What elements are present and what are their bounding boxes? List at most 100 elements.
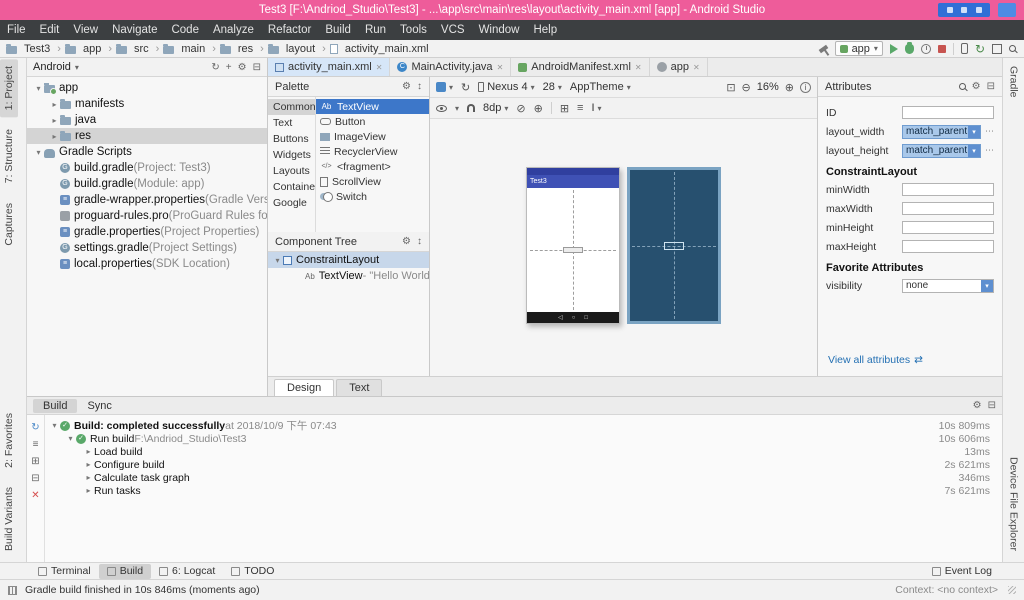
blueprint-preview-phone[interactable]: [627, 167, 721, 324]
palette-category[interactable]: Buttons: [268, 131, 315, 147]
hide-panel-icon[interactable]: ⊟: [253, 62, 261, 73]
palette-category[interactable]: Containe: [268, 179, 315, 195]
project-tree-item[interactable]: ▸ manifests: [27, 96, 267, 112]
menu-item[interactable]: File: [0, 20, 33, 40]
project-tree-item[interactable]: build.gradle (Project: Test3): [27, 160, 267, 176]
toolwindow-switcher-icon[interactable]: [8, 585, 17, 595]
more-options-icon[interactable]: ⋯: [985, 126, 994, 137]
expand-all-icon[interactable]: ⊞: [31, 457, 39, 467]
search-icon[interactable]: [958, 83, 966, 90]
search-everywhere-icon[interactable]: [1009, 45, 1016, 52]
palette-item[interactable]: TextView: [316, 99, 429, 114]
editor-tab[interactable]: activity_main.xml ✕: [268, 58, 391, 76]
project-tree-item[interactable]: proguard-rules.pro (ProGuard Rules for a…: [27, 208, 267, 224]
toolwindow-tab[interactable]: 7: Structure: [0, 122, 18, 190]
menu-item[interactable]: Navigate: [105, 20, 164, 40]
palette-item[interactable]: <fragment>: [316, 159, 429, 174]
expand-chevron-icon[interactable]: ▾: [33, 148, 44, 157]
expand-chevron-icon[interactable]: ▸: [49, 116, 60, 125]
expand-chevron-icon[interactable]: ▸: [49, 132, 60, 141]
zoom-fit-icon[interactable]: ⊡: [726, 81, 735, 94]
project-tree-item[interactable]: ▾ app: [27, 80, 267, 96]
preview-body[interactable]: [527, 188, 619, 312]
visibility-combo[interactable]: none ▾: [902, 278, 994, 293]
zoom-in-icon[interactable]: ⊕: [785, 81, 794, 94]
debug-button[interactable]: [904, 41, 914, 54]
editor-tab[interactable]: AndroidManifest.xml ✕: [511, 58, 650, 76]
hide-panel-icon[interactable]: ⊟: [988, 400, 996, 411]
default-margin-selector[interactable]: 8dp ▾: [483, 102, 508, 114]
palette-item[interactable]: ImageView: [316, 129, 429, 144]
menu-item[interactable]: Code: [164, 20, 206, 40]
text-mode-tab[interactable]: Text: [336, 379, 383, 396]
build-output-row[interactable]: ▸ Load build 13ms: [45, 445, 1002, 458]
expand-chevron-icon[interactable]: ▸: [83, 486, 94, 495]
toolwindow-tab[interactable]: 2: Favorites: [0, 406, 18, 475]
hide-panel-icon[interactable]: ⊟: [987, 81, 995, 92]
minwidth-input[interactable]: [902, 183, 994, 196]
view-options-eye-icon[interactable]: [436, 104, 447, 112]
textview-widget-blueprint[interactable]: [664, 241, 684, 250]
textview-widget[interactable]: [563, 247, 583, 253]
menu-item[interactable]: Build: [318, 20, 358, 40]
expand-chevron-icon[interactable]: ▸: [83, 473, 94, 482]
menu-item[interactable]: Help: [526, 20, 564, 40]
project-tree-item[interactable]: local.properties (SDK Location): [27, 256, 267, 272]
breadcrumb-item[interactable]: main ›: [163, 43, 220, 55]
api-selector[interactable]: 28 ▾: [543, 81, 562, 93]
expand-chevron-icon[interactable]: ▸: [49, 100, 60, 109]
breadcrumb-item[interactable]: app ›: [64, 43, 116, 55]
run-configuration-combo[interactable]: app ▾: [834, 41, 883, 56]
orientation-icon[interactable]: ↻: [461, 81, 470, 94]
profile-button[interactable]: [920, 43, 931, 54]
close-icon[interactable]: ✕: [635, 63, 642, 72]
palette-item[interactable]: Button: [316, 114, 429, 129]
project-tree-item[interactable]: gradle-wrapper.properties (Gradle Versio…: [27, 192, 267, 208]
build-output-row[interactable]: ▾ Build: completed successfully at 2018/…: [45, 419, 1002, 433]
menu-item[interactable]: Tools: [393, 20, 434, 40]
breadcrumb-item[interactable]: activity_main.xml ›: [329, 43, 429, 55]
toolwindow-tab[interactable]: Gradle: [1005, 59, 1023, 105]
chevron-down-icon[interactable]: ▾: [968, 144, 980, 157]
gear-icon[interactable]: ⚙: [973, 400, 982, 411]
palette-category[interactable]: Google: [268, 195, 315, 211]
expand-icon[interactable]: ↕: [417, 81, 422, 92]
breadcrumb-item[interactable]: Test3 ›: [6, 43, 65, 55]
palette-category[interactable]: Widgets: [268, 147, 315, 163]
more-options-icon[interactable]: ⋯: [985, 145, 994, 156]
palette-category[interactable]: Common: [268, 99, 315, 115]
event-log-button[interactable]: Event Log: [924, 564, 1000, 579]
menu-item[interactable]: Window: [472, 20, 527, 40]
rerun-build-icon[interactable]: ↻: [31, 423, 39, 433]
expand-chevron-icon[interactable]: ▾: [33, 84, 44, 93]
close-icon[interactable]: ✕: [693, 63, 700, 72]
filter-icon[interactable]: ≡: [33, 440, 39, 450]
menu-item[interactable]: Refactor: [261, 20, 318, 40]
palette-item[interactable]: ScrollView: [316, 174, 429, 189]
project-tree-item[interactable]: ▾ Gradle Scripts: [27, 144, 267, 160]
build-output-row[interactable]: ▾ Run build F:\Andriod_Studio\Test3 10s …: [45, 432, 1002, 445]
palette-category[interactable]: Text: [268, 115, 315, 131]
gear-icon[interactable]: ⚙: [402, 81, 411, 92]
id-input[interactable]: [902, 106, 994, 119]
avd-manager-icon[interactable]: [960, 43, 968, 54]
collapse-all-icon[interactable]: ⊟: [31, 474, 39, 484]
guidelines-selector[interactable]: I ▾: [591, 102, 601, 114]
project-tree-item[interactable]: build.gradle (Module: app): [27, 176, 267, 192]
maxwidth-input[interactable]: [902, 202, 994, 215]
logcat-button[interactable]: 6: Logcat: [151, 564, 223, 579]
build-hammer-icon[interactable]: [818, 44, 828, 53]
project-tree-item[interactable]: ▸ res: [27, 128, 267, 144]
toolwindow-tab[interactable]: Captures: [0, 196, 18, 253]
palette-item[interactable]: Switch: [316, 189, 429, 204]
autoconnect-magnet-icon[interactable]: [467, 104, 476, 112]
device-selector[interactable]: Nexus 4 ▾: [478, 81, 535, 93]
palette-category[interactable]: Layouts: [268, 163, 315, 179]
design-preview-phone[interactable]: Test3 ◁ ○ □: [526, 167, 620, 324]
maxheight-input[interactable]: [902, 240, 994, 253]
design-mode-tab[interactable]: Design: [274, 379, 335, 396]
expand-chevron-icon[interactable]: ▾: [49, 421, 60, 430]
build-output-tab[interactable]: Build: [33, 398, 78, 413]
project-view-selector[interactable]: Android: [33, 61, 71, 73]
gradle-sync-icon[interactable]: ↻: [975, 43, 985, 55]
